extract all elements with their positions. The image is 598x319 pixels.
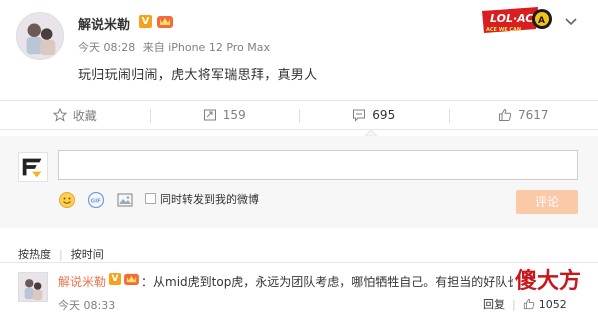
gif-icon[interactable]: GIF	[87, 191, 105, 209]
my-avatar[interactable]	[18, 152, 48, 182]
comment-compose-box: GIF 同时转发到我的微博 评论	[0, 136, 598, 228]
post-text: 玩归玩闹归闹，虎大将军瑞思拜，真男人	[78, 68, 318, 83]
reply-button[interactable]: 回复	[483, 296, 505, 312]
divider	[0, 262, 598, 263]
like-button[interactable]: 7617	[448, 101, 598, 129]
weibo-post: 解说米勒 V LOL·ACE ACE WE CAN A 今天 08:28 来自 …	[0, 0, 598, 96]
post-source[interactable]: 来自 iPhone 12 Pro Max	[143, 41, 270, 54]
commenter-name[interactable]: 解说米勒	[58, 273, 106, 290]
repost-icon	[203, 109, 216, 121]
sort-by-hot-tab[interactable]: 按热度	[18, 248, 51, 261]
sync-repost-checkbox[interactable]	[145, 193, 156, 204]
submit-comment-button[interactable]: 评论	[516, 190, 578, 214]
thumbs-up-icon	[498, 108, 512, 121]
svg-text:A: A	[538, 16, 545, 26]
comment-text: ：从mid虎到top虎，永远为团队考虑，哪怕牺牲自己。有担当的好队长	[141, 275, 513, 289]
watermark: 傻大方	[513, 263, 584, 295]
vip-crown-icon	[157, 16, 173, 28]
sort-by-time-tab[interactable]: 按时间	[71, 248, 104, 261]
like-count: 7617	[517, 108, 549, 122]
ace-team-logo: LOL·ACE ACE WE CAN A	[482, 7, 552, 33]
comment-like-count: 1052	[538, 297, 567, 311]
chevron-down-icon[interactable]	[564, 14, 578, 28]
post-time[interactable]: 今天 08:28	[78, 41, 135, 54]
repost-count: 159	[222, 108, 246, 122]
comment-button[interactable]: 695	[299, 101, 449, 129]
emoji-icon[interactable]	[58, 191, 76, 209]
favorite-label: 收藏	[72, 108, 97, 123]
comment-like-icon[interactable]	[523, 298, 535, 310]
user-logo-icon	[22, 158, 42, 178]
commenter-avatar[interactable]	[18, 272, 48, 302]
commenter-verified-badge: V	[109, 273, 121, 285]
image-icon[interactable]	[116, 191, 134, 209]
post-action-bar: 收藏 159 695 7617	[0, 100, 598, 130]
author-avatar[interactable]	[16, 12, 64, 60]
commenter-vip-icon	[124, 273, 139, 285]
star-icon	[52, 108, 67, 122]
comment-count: 695	[372, 108, 396, 122]
verified-badge: V	[139, 15, 152, 28]
favorite-button[interactable]: 收藏	[0, 101, 150, 129]
comment-icon	[353, 109, 366, 122]
repost-button[interactable]: 159	[149, 101, 300, 129]
svg-text:ACE WE CAN: ACE WE CAN	[486, 27, 521, 33]
comment-time: 今天 08:33	[58, 299, 116, 312]
comment-sort-tabs: 按热度 | 按时间	[18, 248, 104, 261]
post-meta: 今天 08:28 来自 iPhone 12 Pro Max	[78, 39, 274, 55]
svg-text:GIF: GIF	[91, 199, 102, 205]
post-author-name[interactable]: 解说米勒	[78, 14, 130, 33]
sync-repost-label[interactable]: 同时转发到我的微博	[160, 191, 259, 207]
comment-actions: 回复 | 1052	[483, 296, 567, 312]
comment-input[interactable]	[58, 150, 578, 180]
